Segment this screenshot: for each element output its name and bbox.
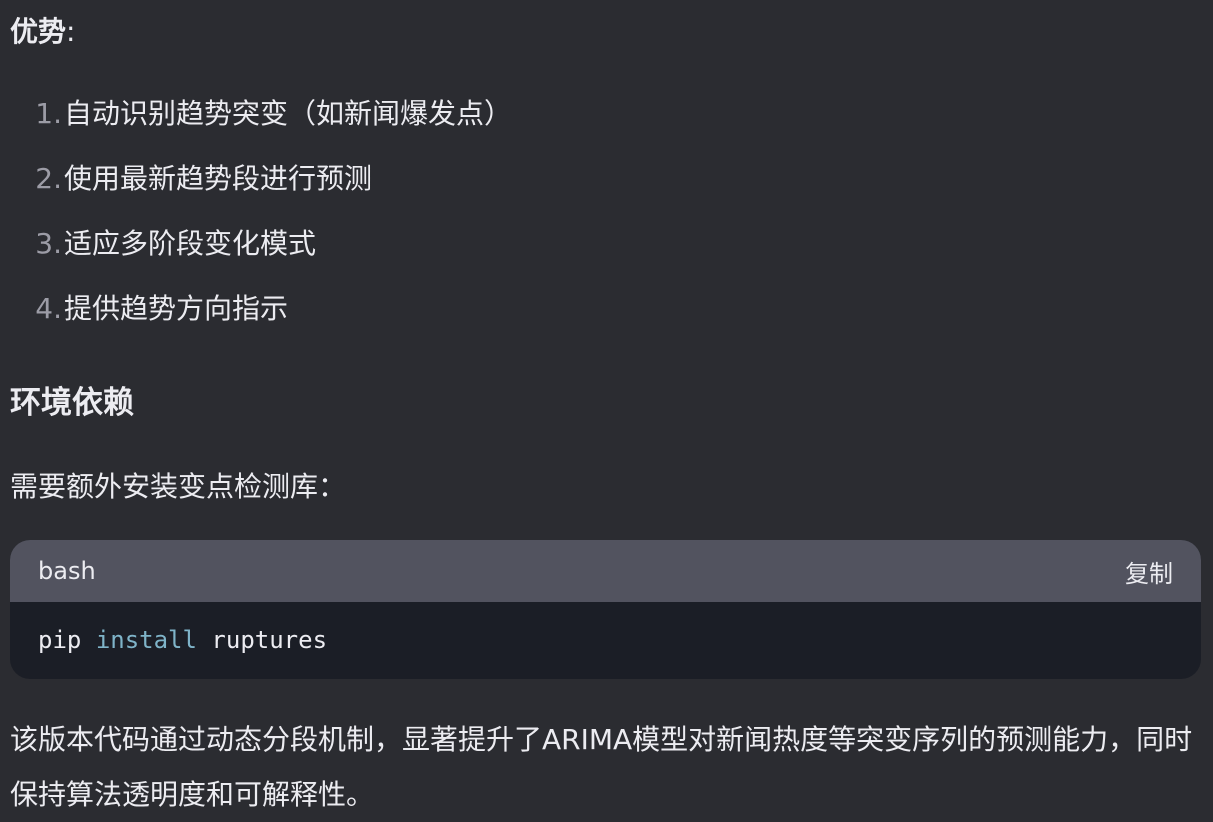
advantages-list: 1. 自动识别趋势突变（如新闻爆发点） 2. 使用最新趋势段进行预测 3. 适应… bbox=[10, 94, 512, 354]
list-item: 1. 自动识别趋势突变（如新闻爆发点） bbox=[10, 94, 512, 159]
advantages-colon: : bbox=[66, 15, 76, 48]
advantages-label-bold: 优势 bbox=[10, 15, 67, 48]
list-text: 使用最新趋势段进行预测 bbox=[64, 162, 373, 195]
summary-paragraph: 该版本代码通过动态分段机制，显著提升了ARIMA模型对新闻热度等突变序列的预测能… bbox=[10, 723, 1193, 811]
environment-heading: 环境依赖 bbox=[10, 385, 134, 421]
list-item: 4. 提供趋势方向指示 bbox=[10, 289, 512, 354]
list-text: 提供趋势方向指示 bbox=[64, 292, 289, 325]
code-header: bash 复制 bbox=[10, 540, 1201, 602]
list-number: 2. bbox=[35, 162, 62, 195]
list-text: 自动识别趋势突变（如新闻爆发点） bbox=[64, 97, 513, 130]
list-number: 1. bbox=[35, 97, 62, 130]
copy-button[interactable]: 复制 bbox=[1125, 554, 1173, 589]
code-token-keyword: install bbox=[95, 626, 197, 654]
advantages-label: 优势: bbox=[10, 13, 75, 51]
list-item: 3. 适应多阶段变化模式 bbox=[10, 224, 512, 289]
code-language-label: bash bbox=[38, 557, 96, 585]
code-block: bash 复制 pip install ruptures bbox=[10, 540, 1201, 679]
list-text: 适应多阶段变化模式 bbox=[64, 227, 317, 260]
list-number: 3. bbox=[35, 227, 62, 260]
code-token-argument: ruptures bbox=[211, 626, 328, 654]
list-number: 4. bbox=[35, 292, 62, 325]
code-token-command: pip bbox=[38, 626, 82, 654]
list-item: 2. 使用最新趋势段进行预测 bbox=[10, 159, 512, 224]
environment-description: 需要额外安装变点检测库： bbox=[10, 470, 347, 503]
code-body: pip install ruptures bbox=[10, 602, 1201, 678]
